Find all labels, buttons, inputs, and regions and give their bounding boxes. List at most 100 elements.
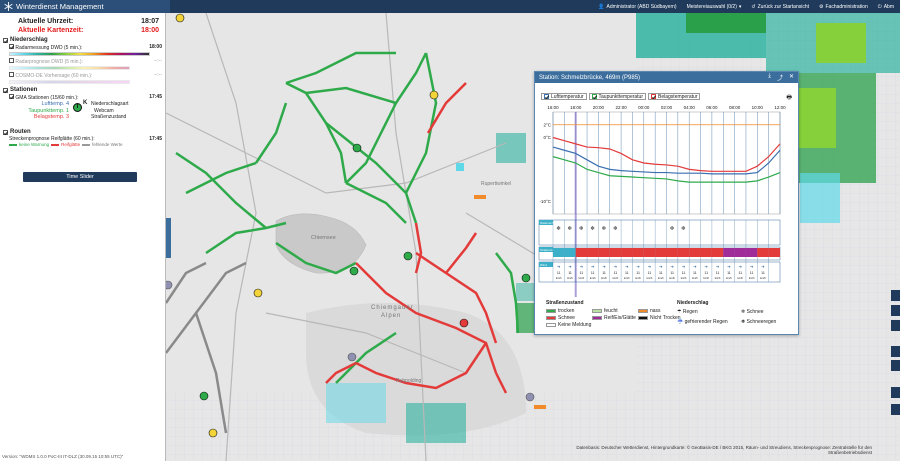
chart-x-tick: 06:00	[706, 105, 718, 110]
station-panel-header: Station: Schmelzbrücke, 469m (P985) ⤓ ⤴ …	[535, 72, 798, 83]
logout-icon: ⏻	[877, 3, 882, 10]
toggle-belagstemperatur[interactable]: Belagstemperatur	[648, 93, 701, 100]
series-toggles: Lufttemperatur Taupunkttemperatur Belags…	[535, 83, 798, 103]
section-stationen-checkbox[interactable]	[3, 87, 8, 93]
precip-snow-icon: ❄	[670, 225, 675, 232]
radar-dwd-checkbox[interactable]	[9, 44, 14, 49]
fachadmin-link[interactable]: ⚙ Fachadministration	[819, 4, 868, 10]
wind-value: 11	[648, 271, 652, 275]
back-icon: ↺	[751, 3, 756, 10]
map-control-button[interactable]	[891, 305, 900, 316]
road-condition-cell	[711, 248, 724, 257]
station-panel[interactable]: Station: Schmelzbrücke, 469m (P985) ⤓ ⤴ …	[534, 71, 799, 335]
condition-label: trocken	[558, 308, 575, 314]
station-legend: Lufttemp. 4 Taupunkttemp. 1 Belagstemp. …	[28, 100, 129, 120]
wind-arrow-icon: ➔	[557, 264, 561, 269]
wind-value: 11	[727, 271, 731, 275]
wind-arrow-icon: ➔	[682, 264, 686, 269]
wind-unit: km/h	[726, 276, 732, 280]
wind-arrow-icon: ➔	[659, 264, 663, 269]
chart-x-tick: 16:00	[547, 105, 559, 110]
cosmo-checkbox[interactable]	[9, 72, 14, 77]
radar-prognose-scale	[9, 66, 130, 70]
wind-arrow-icon: ➔	[625, 264, 629, 269]
map-label-alpen: Alpen	[381, 313, 402, 319]
wind-arrow-icon: ➔	[614, 264, 618, 269]
sleet-icon: ❅	[741, 319, 746, 325]
logout-link[interactable]: ⏻ Abm	[878, 4, 894, 10]
cosmo-scale	[9, 80, 130, 84]
layer-radar-dwd[interactable]: Radarmessung DWD (5 min.): 18:00	[0, 43, 165, 56]
wind-arrow-icon: ➔	[750, 264, 754, 269]
gma-checkbox[interactable]	[9, 94, 14, 99]
map-control-button[interactable]	[891, 320, 900, 331]
condition-legend-item: Schnee	[546, 315, 592, 321]
toggle-lufttemperatur[interactable]: Lufttemperatur	[541, 93, 587, 100]
close-icon[interactable]: ✕	[789, 73, 794, 82]
road-condition-cell	[689, 248, 701, 257]
map-control-button[interactable]	[891, 290, 900, 301]
map-label-rupertiwinkel: Rupertiwinkel	[481, 181, 512, 187]
wind-arrow-icon: ➔	[602, 264, 606, 269]
section-stationen[interactable]: Stationen	[0, 85, 165, 93]
section-routen-checkbox[interactable]	[3, 129, 8, 135]
legend-regen: ☂ Regen	[677, 309, 698, 315]
sidebar-collapse-handle[interactable]	[166, 218, 171, 258]
condition-legend-item: feucht	[592, 308, 638, 314]
map-control-button[interactable]	[891, 387, 900, 398]
condition-swatch	[638, 309, 648, 313]
road-condition-cell	[632, 248, 644, 257]
chart-x-tick: 10:00	[752, 105, 764, 110]
station-symbol-icon: T	[73, 103, 82, 112]
wind-arrow-icon: ➔	[727, 264, 731, 269]
condition-label: Reif/Eis/Glätte	[604, 315, 636, 321]
wind-arrow-icon: ➔	[716, 264, 720, 269]
section-niederschlag-checkbox[interactable]	[3, 37, 8, 43]
wind-value: 11	[693, 271, 697, 275]
time-slider-button[interactable]: Time Slider	[23, 172, 137, 182]
precip-snow-icon: ❄	[681, 225, 686, 232]
map-control-button[interactable]	[891, 404, 900, 415]
layer-radar-prognose[interactable]: Radarprognose DWD (5 min.): --:--	[0, 57, 165, 70]
chart-y-tick: 2°C	[543, 122, 551, 127]
road-condition-cell	[598, 248, 610, 257]
chart-y-tick: -10°C	[539, 199, 551, 204]
wind-unit: km/h	[681, 276, 687, 280]
pin-icon[interactable]: ⤓	[768, 73, 771, 82]
meisterei-menu[interactable]: Meistereiauswahl (0/2) ▾	[687, 4, 742, 10]
wind-unit: km/h	[590, 276, 596, 280]
precip-snow-icon: ❄	[556, 225, 561, 232]
legend-gefr-regen: ☔ gefrierender Regen	[677, 319, 728, 325]
wind-value: 11	[716, 271, 720, 275]
chart-x-tick: 08:00	[729, 105, 741, 110]
chart-x-tick: 18:00	[570, 105, 582, 110]
wind-unit: km/h	[635, 276, 641, 280]
toggle-taupunkttemperatur[interactable]: Taupunkttemperatur	[588, 93, 647, 100]
layer-cosmo[interactable]: COSMO-DE Vorhersage (60 min.): --:--	[0, 71, 165, 84]
wind-arrow-icon: ➔	[580, 264, 584, 269]
condition-legend-item: trocken	[546, 308, 592, 314]
section-niederschlag[interactable]: Niederschlag	[0, 35, 165, 43]
wind-value: 11	[659, 271, 663, 275]
back-to-start-link[interactable]: ↺ Zurück zur Startansicht	[751, 4, 809, 10]
wind-value: 11	[568, 271, 572, 275]
condition-label: Keine Meldung	[558, 322, 592, 328]
map-control-button[interactable]	[891, 360, 900, 371]
chart-row-label: Niederschlag	[540, 221, 558, 225]
road-condition-cell	[609, 248, 622, 257]
user-menu[interactable]: 👤 Administrator (ABD Südbayern)	[598, 4, 676, 10]
map-control-button[interactable]	[891, 346, 900, 357]
layer-strecken[interactable]: Streckenprognose Reifglätte (60 min.): 17…	[0, 135, 165, 142]
chart-x-tick: 02:00	[661, 105, 673, 110]
road-condition-cell	[768, 248, 780, 257]
export-icon[interactable]: ⤴	[777, 73, 783, 82]
wind-value: 11	[704, 271, 708, 275]
wind-unit: km/h	[601, 276, 607, 280]
section-routen[interactable]: Routen	[0, 127, 165, 135]
radar-prognose-checkbox[interactable]	[9, 58, 14, 63]
wind-arrow-icon: ➔	[670, 264, 674, 269]
condition-swatch	[546, 323, 556, 327]
condition-label: feucht	[604, 308, 618, 314]
condition-legend-item: Keine Meldung	[546, 322, 592, 328]
condition-swatch	[546, 309, 556, 313]
